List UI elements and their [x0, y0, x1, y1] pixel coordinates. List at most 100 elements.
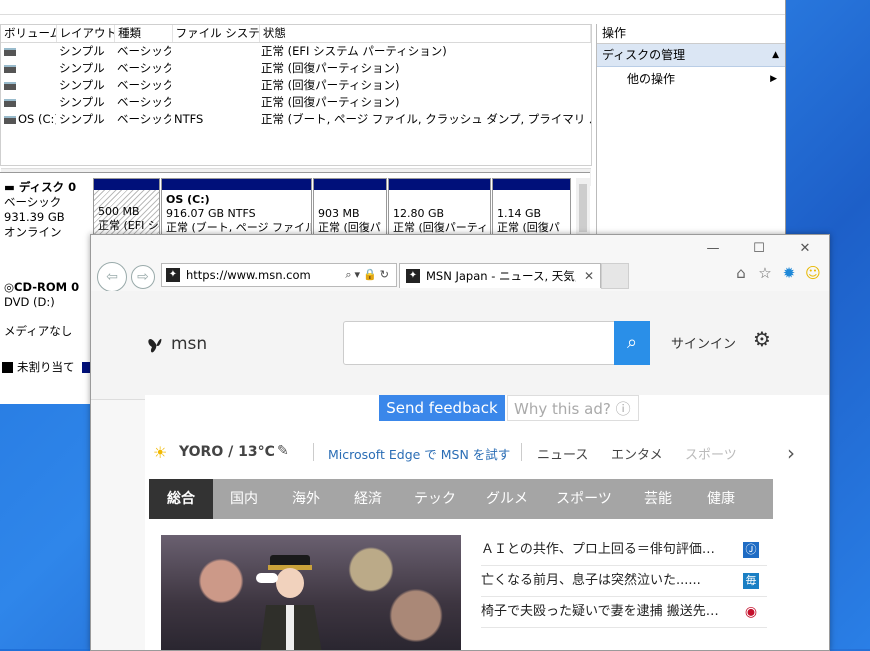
- jiji-logo-icon: Ⓙ: [743, 542, 759, 558]
- table-row[interactable]: シンプル ベーシック 正常 (回復パーティション): [1, 94, 591, 111]
- table-row[interactable]: シンプル ベーシック 正常 (回復パーティション): [1, 60, 591, 77]
- home-icon[interactable]: ⌂: [731, 263, 751, 283]
- topnav-sports[interactable]: スポーツ: [685, 444, 737, 463]
- dropdown-icon[interactable]: ▾: [355, 268, 364, 281]
- sun-icon: ☀: [153, 443, 168, 462]
- url-text[interactable]: https://www.msn.com/ja-jp/?ocid=iehp: [186, 264, 310, 286]
- collapse-up-icon[interactable]: ▲: [772, 44, 779, 66]
- vertical-scrollbar[interactable]: [576, 178, 590, 238]
- topnav-news[interactable]: ニュース: [537, 444, 588, 463]
- mainichi-logo-icon: 毎: [743, 573, 759, 589]
- title-bar: — ☐ ✕: [91, 235, 829, 263]
- partition-recovery-1[interactable]: 903 MB 正常 (回復パ: [313, 178, 387, 240]
- volume-list-header: ボリューム レイアウト 種類 ファイル システム 状態: [1, 25, 591, 43]
- operations-title: 操作: [597, 24, 785, 44]
- operations-disk-management[interactable]: ディスクの管理 ▲: [597, 44, 785, 67]
- unallocated-swatch: [2, 362, 13, 373]
- volume-list: ボリューム レイアウト 種類 ファイル システム 状態 シンプル ベーシック 正…: [0, 24, 592, 186]
- favorites-star-icon[interactable]: ☆: [755, 263, 775, 283]
- settings-gear-icon[interactable]: ✹: [779, 263, 799, 283]
- window-top-strip: [0, 0, 785, 15]
- search-input[interactable]: [343, 321, 615, 365]
- edge-promo-link[interactable]: Microsoft Edge で MSN を試す: [328, 444, 510, 463]
- lock-icon[interactable]: 🔒: [363, 268, 380, 281]
- table-row[interactable]: シンプル ベーシック 正常 (EFI システム パーティション): [1, 43, 591, 60]
- address-bar[interactable]: ✦ https://www.msn.com/ja-jp/?ocid=iehp ⌕…: [161, 263, 397, 287]
- search-icon[interactable]: ⌕: [345, 268, 354, 281]
- operations-more-actions[interactable]: 他の操作 ▶: [597, 67, 785, 91]
- col-layout[interactable]: レイアウト: [57, 25, 116, 42]
- partition-os-c[interactable]: OS (C:) 916.07 GB NTFS 正常 (ブート, ページ ファイル…: [161, 178, 312, 240]
- volume-icon: [4, 64, 16, 73]
- list-item[interactable]: ＡＩとの共作、プロ上回る＝俳句評価… Ⓙ: [481, 535, 767, 566]
- tab-entertainment[interactable]: 芸能: [625, 479, 691, 519]
- tab-domestic[interactable]: 国内: [213, 479, 275, 519]
- tab-gourmet[interactable]: グルメ: [471, 479, 543, 519]
- search-button[interactable]: ⌕: [614, 321, 650, 365]
- partition-efi[interactable]: 500 MB 正常 (EFI シ: [93, 178, 160, 240]
- msn-favicon-icon: ✦: [406, 269, 420, 283]
- search-icon: ⌕: [626, 332, 638, 353]
- msn-favicon-icon: ✦: [166, 268, 180, 282]
- col-volume[interactable]: ボリューム: [1, 25, 57, 42]
- forward-button[interactable]: ⇨: [131, 265, 155, 289]
- msn-logo[interactable]: msn: [147, 333, 207, 355]
- legend: 未割り当て: [2, 359, 97, 375]
- tab-economy[interactable]: 経済: [337, 479, 399, 519]
- back-button[interactable]: ⇦: [97, 262, 127, 292]
- volume-icon: [4, 81, 16, 90]
- saluting-person-image: [256, 555, 322, 650]
- asahi-logo-icon: ◉: [743, 604, 759, 620]
- volume-icon: [4, 115, 16, 124]
- disk-icon: ▬: [4, 180, 19, 194]
- msn-header: msn ⌕ サインイン ⚙: [91, 291, 829, 400]
- tab-world[interactable]: 海外: [275, 479, 337, 519]
- weather-location[interactable]: YORO / 13°C: [179, 444, 275, 460]
- edit-pencil-icon[interactable]: ✎: [277, 443, 289, 459]
- tab-general[interactable]: 総合: [149, 479, 213, 519]
- table-row[interactable]: シンプル ベーシック 正常 (回復パーティション): [1, 77, 591, 94]
- close-tab-icon[interactable]: ✕: [584, 264, 594, 288]
- send-feedback-button[interactable]: Send feedback: [379, 395, 505, 421]
- msn-butterfly-icon: [148, 338, 162, 353]
- msn-content: Send feedback Why this ad? ⓘ ☀ YORO / 13…: [145, 395, 829, 650]
- maximize-button[interactable]: ☐: [749, 241, 769, 257]
- disk0-label[interactable]: ▬ ディスク 0 ベーシック 931.39 GB オンライン: [0, 180, 96, 240]
- partition-recovery-2[interactable]: 12.80 GB 正常 (回復パーティ: [388, 178, 491, 240]
- list-item[interactable]: 椅子で夫殴った疑いで妻を逮捕 搬送先… ◉: [481, 597, 767, 628]
- volume-icon: [4, 47, 16, 56]
- col-filesystem[interactable]: ファイル システム: [173, 25, 260, 42]
- back-arrow-icon: ⇦: [106, 269, 118, 285]
- signin-link[interactable]: サインイン: [671, 333, 736, 352]
- cdrom0-label[interactable]: ◎CD-ROM 0 DVD (D:) メディアなし: [0, 280, 96, 339]
- forward-arrow-icon: ⇨: [137, 269, 149, 285]
- ie-window: — ☐ ✕ ⇦ ⇨ ✦ https://www.msn.com/ja-jp/?o…: [90, 234, 830, 651]
- settings-gear-icon[interactable]: ⚙: [753, 327, 771, 351]
- close-button[interactable]: ✕: [795, 241, 815, 257]
- col-type[interactable]: 種類: [115, 25, 173, 42]
- tab-sports[interactable]: スポーツ: [543, 479, 625, 519]
- tab-tech[interactable]: テック: [399, 479, 471, 519]
- table-row[interactable]: OS (C:) シンプル ベーシック NTFS 正常 (ブート, ページ ファイ…: [1, 111, 591, 128]
- partition-recovery-3[interactable]: 1.14 GB 正常 (回復パ: [492, 178, 571, 240]
- volume-icon: [4, 98, 16, 107]
- navigation-bar: ⇦ ⇨ ✦ https://www.msn.com/ja-jp/?ocid=ie…: [93, 261, 827, 293]
- topnav-entertainment[interactable]: エンタメ: [611, 444, 663, 463]
- headline-photo[interactable]: [161, 535, 461, 650]
- refresh-icon[interactable]: ↻: [380, 268, 392, 281]
- list-item[interactable]: 亡くなる前月、息子は突然泣いた...... 毎: [481, 566, 767, 597]
- category-bar: 総合 国内 海外 経済 テック グルメ スポーツ 芸能 健康: [149, 479, 773, 519]
- new-tab-button[interactable]: [601, 263, 629, 289]
- minimize-button[interactable]: —: [703, 241, 723, 257]
- tab-msn[interactable]: ✦ MSN Japan - ニュース, 天気, メール ✕: [399, 263, 601, 288]
- feedback-smiley-icon[interactable]: ☺: [803, 263, 823, 283]
- submenu-arrow-icon: ▶: [770, 74, 777, 84]
- tab-health[interactable]: 健康: [691, 479, 751, 519]
- weather-bar: ☀ YORO / 13°C ✎ Microsoft Edge で MSN を試す…: [145, 435, 829, 467]
- cdrom-icon: ◎: [4, 280, 15, 294]
- chevron-right-icon[interactable]: ›: [787, 441, 795, 465]
- why-this-ad-button[interactable]: Why this ad? ⓘ: [507, 395, 639, 421]
- col-status[interactable]: 状態: [260, 25, 591, 42]
- news-list: ＡＩとの共作、プロ上回る＝俳句評価… Ⓙ 亡くなる前月、息子は突然泣いた....…: [481, 535, 767, 628]
- ad-bar: Send feedback Why this ad? ⓘ: [379, 395, 641, 423]
